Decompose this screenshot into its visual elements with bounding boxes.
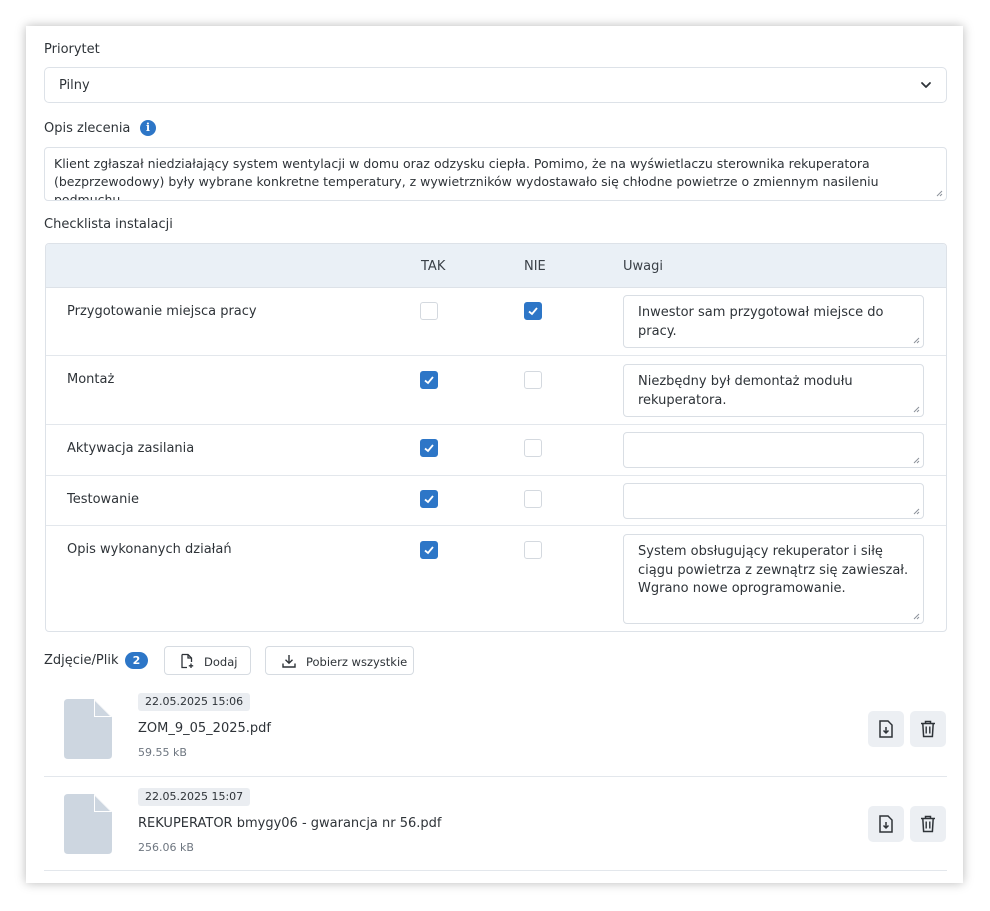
document-icon	[64, 794, 112, 854]
checklist-label: Checklista instalacji	[44, 217, 173, 232]
notes-field[interactable]: Inwestor sam przygotował miejsce do prac…	[623, 295, 924, 348]
file-list-item: 22.05.2025 15:06 ZOM_9_05_2025.pdf 59.55…	[44, 683, 947, 777]
add-file-label: Dodaj	[204, 655, 238, 669]
header-yes: TAK	[421, 259, 446, 274]
file-date-badge: 22.05.2025 15:06	[138, 693, 251, 711]
checklist-table: TAK NIE Uwagi Przygotowanie miejsca prac…	[45, 243, 947, 632]
delete-file-button[interactable]	[910, 806, 946, 842]
notes-text: System obsługujący rekuperator i siłę ci…	[638, 544, 909, 596]
download-file-button[interactable]	[868, 806, 904, 842]
download-icon	[282, 655, 296, 668]
file-name[interactable]: ZOM_9_05_2025.pdf	[138, 721, 271, 736]
resize-grip-icon[interactable]	[936, 190, 943, 197]
download-all-label: Pobierz wszystkie	[306, 655, 408, 669]
file-size: 59.55 kB	[138, 746, 187, 759]
no-checkbox[interactable]	[524, 371, 542, 389]
file-download-icon	[879, 720, 893, 738]
notes-field[interactable]: System obsługujący rekuperator i siłę ci…	[623, 534, 924, 624]
resize-grip-icon[interactable]	[913, 406, 920, 413]
trash-icon	[921, 815, 935, 833]
checkmark-icon	[424, 444, 434, 453]
resize-grip-icon[interactable]	[913, 457, 920, 464]
files-count-badge: 2	[125, 652, 148, 669]
yes-checkbox[interactable]	[420, 439, 438, 457]
files-label: Zdjęcie/Plik	[44, 653, 119, 668]
chevron-down-icon	[921, 82, 931, 88]
yes-checkbox[interactable]	[420, 541, 438, 559]
priority-label: Priorytet	[44, 42, 100, 57]
notes-field[interactable]	[623, 432, 924, 468]
checklist-item-name: Testowanie	[67, 492, 140, 507]
priority-selected-value: Pilny	[59, 78, 90, 93]
file-download-icon	[879, 815, 893, 833]
description-label: Opis zlecenia	[44, 121, 131, 136]
file-date-badge: 22.05.2025 15:07	[138, 788, 251, 806]
no-checkbox[interactable]	[524, 541, 542, 559]
checkmark-icon	[424, 546, 434, 555]
info-icon[interactable]: i	[140, 120, 156, 136]
checklist-header-row: TAK NIE Uwagi	[46, 244, 946, 288]
checkmark-icon	[424, 376, 434, 385]
checklist-item-name: Przygotowanie miejsca pracy	[67, 304, 257, 319]
notes-text: Inwestor sam przygotował miejsce do prac…	[638, 305, 884, 339]
checkmark-icon	[528, 307, 538, 316]
no-checkbox[interactable]	[524, 490, 542, 508]
resize-grip-icon[interactable]	[913, 508, 920, 515]
resize-grip-icon[interactable]	[913, 613, 920, 620]
document-icon	[64, 699, 112, 759]
delete-file-button[interactable]	[910, 711, 946, 747]
notes-field[interactable]: Niezbędny był demontaż modułu rekuperato…	[623, 364, 924, 417]
checklist-row: Przygotowanie miejsca pracy Inwestor sam…	[46, 288, 946, 356]
download-all-button[interactable]: Pobierz wszystkie	[265, 646, 414, 675]
trash-icon	[921, 720, 935, 738]
download-file-button[interactable]	[868, 711, 904, 747]
checklist-item-name: Opis wykonanych działań	[67, 542, 232, 557]
yes-checkbox[interactable]	[420, 490, 438, 508]
file-name[interactable]: REKUPERATOR bmygy06 - gwarancja nr 56.pd…	[138, 816, 442, 831]
order-form-card: Priorytet Pilny Opis zlecenia i Klient z…	[26, 26, 963, 883]
file-size: 256.06 kB	[138, 841, 194, 854]
file-plus-icon	[181, 653, 194, 669]
header-no: NIE	[524, 259, 546, 274]
no-checkbox[interactable]	[524, 302, 542, 320]
checklist-item-name: Aktywacja zasilania	[67, 441, 195, 456]
no-checkbox[interactable]	[524, 439, 542, 457]
header-notes: Uwagi	[623, 259, 663, 274]
checklist-row: Montaż Niezbędny był demontaż modułu rek…	[46, 356, 946, 425]
notes-text: Niezbędny był demontaż modułu rekuperato…	[638, 374, 853, 408]
checklist-item-name: Montaż	[67, 372, 115, 387]
yes-checkbox[interactable]	[420, 371, 438, 389]
checkmark-icon	[424, 495, 434, 504]
add-file-button[interactable]: Dodaj	[164, 646, 251, 675]
file-list-item: 22.05.2025 15:07 REKUPERATOR bmygy06 - g…	[44, 777, 947, 871]
checklist-row: Testowanie	[46, 476, 946, 526]
checklist-row: Opis wykonanych działań System obsługują…	[46, 526, 946, 631]
description-textarea[interactable]: Klient zgłaszał niedziałający system wen…	[44, 147, 947, 201]
checklist-row: Aktywacja zasilania	[46, 425, 946, 476]
priority-select[interactable]: Pilny	[44, 67, 947, 103]
notes-field[interactable]	[623, 483, 924, 519]
resize-grip-icon[interactable]	[913, 337, 920, 344]
description-text: Klient zgłaszał niedziałający system wen…	[54, 156, 879, 201]
yes-checkbox[interactable]	[420, 302, 438, 320]
